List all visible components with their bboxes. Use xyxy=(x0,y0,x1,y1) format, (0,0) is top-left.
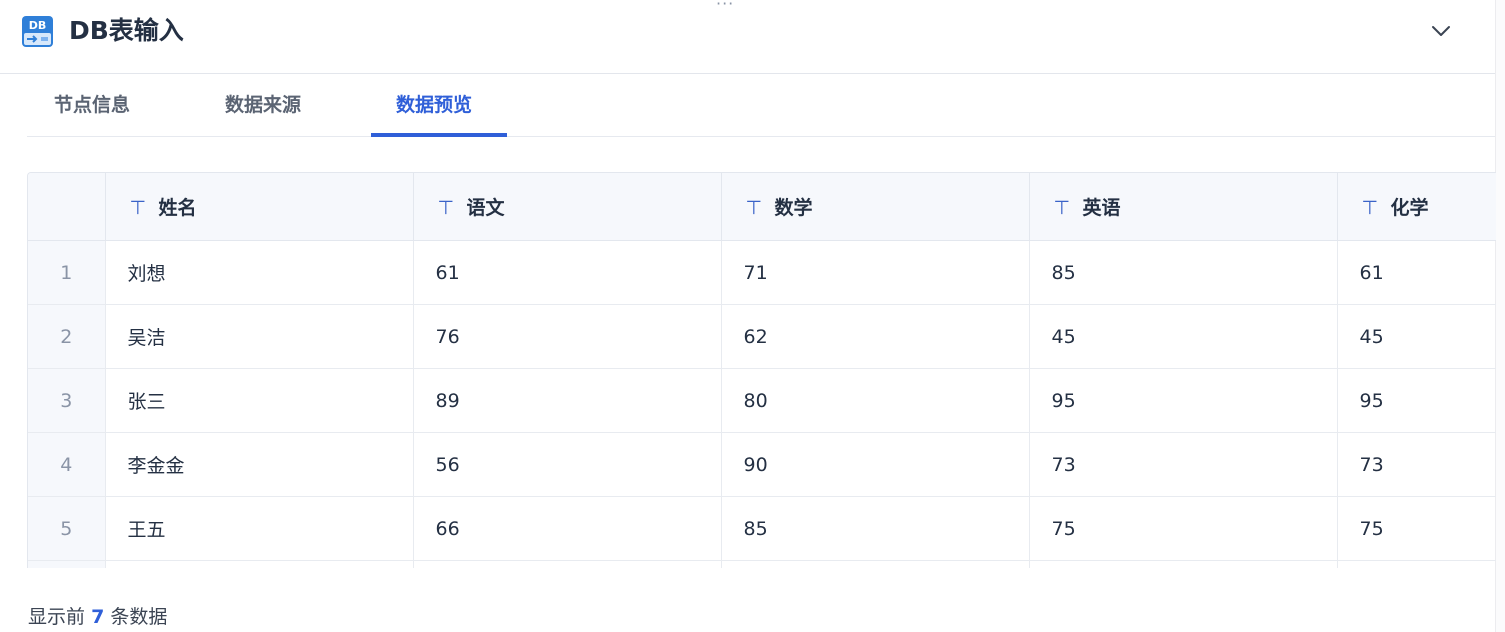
table-cell: 李金金 xyxy=(105,432,414,497)
table-cell: 95 xyxy=(1029,368,1338,433)
column-header-label: 语文 xyxy=(466,197,505,219)
column-header[interactable]: ⊤ 数学 xyxy=(721,173,1030,241)
table-cell: 45 xyxy=(1337,304,1496,369)
text-type-icon: ⊤ xyxy=(1053,197,1071,219)
summary-count: 7 xyxy=(91,606,105,628)
column-header-label: 数学 xyxy=(774,197,813,219)
table-cell: 85 xyxy=(1029,240,1338,305)
table-cell: 吴洁 xyxy=(105,304,414,369)
index-column-header xyxy=(28,173,106,241)
text-type-icon: ⊤ xyxy=(1361,197,1379,219)
panel-header: DB DB表输入 xyxy=(0,0,1495,74)
tab-bar: 节点信息 数据来源 数据预览 xyxy=(27,74,1495,137)
table-row: 4 李金金 56 90 73 73 xyxy=(28,432,1496,497)
table-cell: 45 xyxy=(1029,304,1338,369)
table-cell xyxy=(413,560,722,568)
table-cell xyxy=(1029,560,1338,568)
column-header[interactable]: ⊤ 姓名 xyxy=(105,173,414,241)
table-cell: 75 xyxy=(1029,496,1338,561)
text-type-icon: ⊤ xyxy=(437,197,455,219)
text-type-icon: ⊤ xyxy=(745,197,763,219)
table-cell: 75 xyxy=(1337,496,1496,561)
table-cell: 王五 xyxy=(105,496,414,561)
table-cell xyxy=(721,560,1030,568)
column-header[interactable]: ⊤ 化学 xyxy=(1337,173,1496,241)
table-cell: 73 xyxy=(1029,432,1338,497)
row-index: 5 xyxy=(28,496,106,561)
table-cell xyxy=(105,560,414,568)
tab-data-source[interactable]: 数据来源 xyxy=(225,74,301,136)
table-cell: 89 xyxy=(413,368,722,433)
table-cell: 56 xyxy=(413,432,722,497)
row-index: 3 xyxy=(28,368,106,433)
svg-text:DB: DB xyxy=(29,19,47,32)
column-header[interactable]: ⊤ 英语 xyxy=(1029,173,1338,241)
table-cell: 71 xyxy=(721,240,1030,305)
column-header-label: 姓名 xyxy=(158,197,197,219)
row-index: 1 xyxy=(28,240,106,305)
column-header-label: 化学 xyxy=(1390,197,1429,219)
table-cell: 62 xyxy=(721,304,1030,369)
table-cell: 95 xyxy=(1337,368,1496,433)
table-cell: 80 xyxy=(721,368,1030,433)
row-index: 2 xyxy=(28,304,106,369)
row-index xyxy=(28,560,106,568)
table-cell: 90 xyxy=(721,432,1030,497)
table-cell: 刘想 xyxy=(105,240,414,305)
tab-node-info[interactable]: 节点信息 xyxy=(54,74,130,136)
table-cell: 66 xyxy=(413,496,722,561)
text-type-icon: ⊤ xyxy=(129,197,147,219)
db-table-input-icon: DB xyxy=(22,16,53,47)
active-tab-indicator xyxy=(371,133,507,137)
row-count-summary: 显示前 7 条数据 xyxy=(28,602,167,629)
row-index: 4 xyxy=(28,432,106,497)
table-row: 1 刘想 61 71 85 61 xyxy=(28,240,1496,305)
column-header[interactable]: ⊤ 语文 xyxy=(413,173,722,241)
table-row: 2 吴洁 76 62 45 45 xyxy=(28,304,1496,369)
scrollbar-track[interactable] xyxy=(1495,0,1505,632)
summary-suffix: 条数据 xyxy=(110,606,168,628)
table-cell: 张三 xyxy=(105,368,414,433)
data-preview-table: ⊤ 姓名 ⊤ 语文 ⊤ 数学 ⊤ 英语 ⊤ 化学 1 刘想 61 71 85 61 2 吴… xyxy=(27,172,1496,568)
table-cell: 73 xyxy=(1337,432,1496,497)
table-cell: 61 xyxy=(413,240,722,305)
tab-data-preview[interactable]: 数据预览 xyxy=(396,74,472,136)
chevron-down-icon[interactable] xyxy=(1426,20,1456,44)
summary-prefix: 显示前 xyxy=(28,606,86,628)
table-cell: 76 xyxy=(413,304,722,369)
table-row xyxy=(28,560,1496,568)
table-row: 5 王五 66 85 75 75 xyxy=(28,496,1496,561)
column-header-label: 英语 xyxy=(1082,197,1121,219)
table-cell xyxy=(1337,560,1496,568)
table-cell: 85 xyxy=(721,496,1030,561)
table-row: 3 张三 89 80 95 95 xyxy=(28,368,1496,433)
page-title: DB表输入 xyxy=(69,16,184,45)
table-cell: 61 xyxy=(1337,240,1496,305)
table-header-row: ⊤ 姓名 ⊤ 语文 ⊤ 数学 ⊤ 英语 ⊤ 化学 xyxy=(28,173,1496,241)
